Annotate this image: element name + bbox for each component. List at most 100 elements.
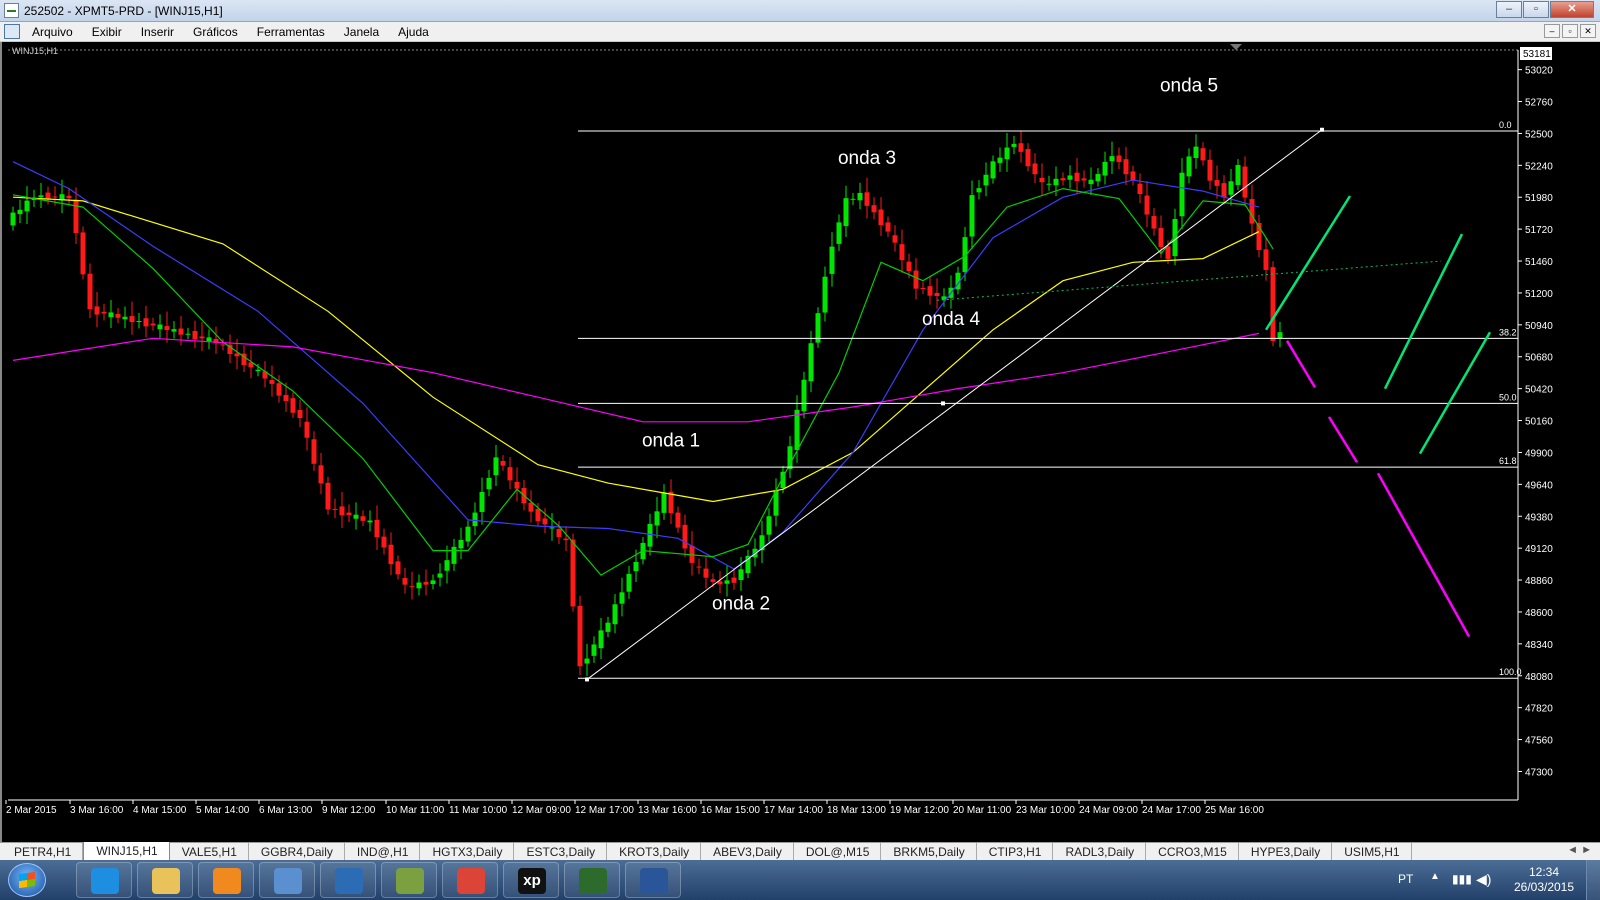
chart-restore-button[interactable]: ▫ bbox=[1562, 24, 1578, 38]
language-indicator[interactable]: PT bbox=[1398, 872, 1413, 886]
tool-app-icon bbox=[396, 868, 424, 894]
tab-brkm5-daily[interactable]: BRKM5,Daily bbox=[881, 843, 977, 860]
tab-estc3-daily[interactable]: ESTC3,Daily bbox=[514, 843, 608, 860]
candle-body bbox=[626, 573, 632, 592]
close-button[interactable]: ✕ bbox=[1550, 1, 1594, 18]
taskbar-folder-button[interactable] bbox=[137, 862, 193, 898]
candle-body bbox=[1032, 163, 1038, 175]
price-tick-label: 50420 bbox=[1525, 385, 1553, 396]
tab-winj15-h1[interactable]: WINJ15,H1 bbox=[83, 842, 170, 861]
taskbar-arrow-app-button[interactable] bbox=[259, 862, 315, 898]
clock[interactable]: 12:34 26/03/2015 bbox=[1508, 865, 1580, 895]
candle-body bbox=[514, 481, 520, 489]
minimize-button[interactable]: – bbox=[1496, 1, 1522, 18]
candle-body bbox=[976, 188, 982, 193]
time-tick-label: 23 Mar 10:00 bbox=[1016, 805, 1075, 816]
chart-close-button[interactable]: ✕ bbox=[1580, 24, 1596, 38]
menu-ferramentas[interactable]: Ferramentas bbox=[257, 25, 325, 39]
chart-window[interactable]: WINJ15,H1 53020 52760 52500 52240 51980 51720 5… bbox=[0, 42, 1600, 842]
tray-expand-icon[interactable]: ▲ bbox=[1430, 871, 1440, 882]
network-icon[interactable]: ▮▮▮ bbox=[1452, 872, 1472, 886]
menu-ajuda[interactable]: Ajuda bbox=[398, 25, 429, 39]
time-tick-label: 9 Mar 12:00 bbox=[322, 805, 376, 816]
arrow-app-icon bbox=[274, 868, 302, 894]
menu-janela[interactable]: Janela bbox=[344, 25, 379, 39]
candle-body bbox=[1158, 227, 1164, 247]
price-tick-label: 52500 bbox=[1525, 129, 1553, 140]
price-tick-label: 51980 bbox=[1525, 193, 1553, 204]
price-chart[interactable]: WINJ15,H1 53020 52760 52500 52240 51980 51720 5… bbox=[2, 42, 1600, 842]
candle-body bbox=[647, 523, 653, 547]
candle-body bbox=[1039, 177, 1045, 183]
time-tick-label: 13 Mar 16:00 bbox=[638, 805, 697, 816]
candle-body bbox=[563, 538, 569, 541]
price-tick-label: 49120 bbox=[1525, 544, 1553, 555]
candle-body bbox=[1018, 143, 1024, 152]
candle-body bbox=[934, 292, 940, 297]
candle-body bbox=[269, 380, 275, 384]
candle-body bbox=[1193, 146, 1199, 158]
price-tick-label: 48080 bbox=[1525, 672, 1553, 683]
taskbar-internet-explorer-button[interactable] bbox=[76, 862, 132, 898]
tab-vale5-h1[interactable]: VALE5,H1 bbox=[170, 843, 249, 860]
tab-ccro3-m15[interactable]: CCRO3,M15 bbox=[1146, 843, 1239, 860]
candle-body bbox=[696, 566, 702, 568]
maximize-button[interactable]: ▫ bbox=[1523, 1, 1549, 18]
candle-body bbox=[304, 421, 310, 438]
candle-body bbox=[1207, 159, 1213, 181]
candle-body bbox=[164, 326, 170, 331]
price-tick-label: 51720 bbox=[1525, 225, 1553, 236]
candle-body bbox=[283, 395, 289, 401]
time-tick-label: 10 Mar 11:00 bbox=[386, 805, 445, 816]
taskbar-tool-app-button[interactable] bbox=[381, 862, 437, 898]
candle-body bbox=[997, 157, 1003, 163]
candle-body bbox=[661, 492, 667, 513]
price-tick-label: 51460 bbox=[1525, 257, 1553, 268]
candle-body bbox=[1179, 172, 1185, 217]
candle-body bbox=[591, 644, 597, 656]
tab-ggbr4-daily[interactable]: GGBR4,Daily bbox=[249, 843, 345, 860]
taskbar-hp-button[interactable] bbox=[320, 862, 376, 898]
candle-body bbox=[1053, 178, 1059, 186]
system-tray: PT ▲ ▮▮▮ ◀) 12:34 26/03/2015 bbox=[1360, 860, 1600, 900]
candle-body bbox=[171, 329, 177, 332]
price-tick-label: 53020 bbox=[1525, 66, 1553, 77]
tab-hgtx3-daily[interactable]: HGTX3,Daily bbox=[420, 843, 515, 860]
menu-exibir[interactable]: Exibir bbox=[92, 25, 122, 39]
tab-ctip3-h1[interactable]: CTIP3,H1 bbox=[977, 843, 1054, 860]
internet-explorer-icon bbox=[91, 868, 119, 894]
candle-body bbox=[87, 273, 93, 310]
menu-arquivo[interactable]: Arquivo bbox=[32, 25, 73, 39]
candle-body bbox=[927, 286, 933, 296]
candle-body bbox=[731, 577, 737, 583]
tab-krot3-daily[interactable]: KROT3,Daily bbox=[607, 843, 702, 860]
volume-icon[interactable]: ◀) bbox=[1476, 871, 1491, 888]
chart-minimize-button[interactable]: – bbox=[1544, 24, 1560, 38]
fib-level-label: 100.0 bbox=[1499, 667, 1522, 677]
word-icon bbox=[640, 868, 668, 894]
tab-ind-h1[interactable]: IND@,H1 bbox=[345, 843, 421, 860]
folder-icon bbox=[152, 868, 180, 894]
tab-hype3-daily[interactable]: HYPE3,Daily bbox=[1239, 843, 1333, 860]
tab-usim5-h1[interactable]: USIM5,H1 bbox=[1332, 843, 1412, 860]
candle-body bbox=[178, 328, 184, 335]
candle-body bbox=[1214, 180, 1220, 186]
tab-radl3-daily[interactable]: RADL3,Daily bbox=[1053, 843, 1147, 860]
tab-scroll-arrows[interactable]: ◄ ► bbox=[1567, 844, 1592, 856]
taskbar-xp-button[interactable]: xp bbox=[503, 862, 559, 898]
tab-abev3-daily[interactable]: ABEV3,Daily bbox=[701, 843, 794, 860]
candle-body bbox=[738, 569, 744, 581]
start-button[interactable] bbox=[8, 863, 46, 897]
chart-window-icon[interactable] bbox=[4, 24, 20, 39]
show-desktop-button[interactable] bbox=[1586, 860, 1600, 900]
tab-petr4-h1[interactable]: PETR4,H1 bbox=[2, 843, 84, 860]
taskbar-metatrader-button[interactable] bbox=[564, 862, 620, 898]
hp-icon bbox=[335, 868, 363, 894]
taskbar-word-button[interactable] bbox=[625, 862, 681, 898]
menu-graficos[interactable]: Gráficos bbox=[193, 25, 238, 39]
tab-dol-m15[interactable]: DOL@,M15 bbox=[794, 843, 882, 860]
taskbar-media-player-button[interactable] bbox=[198, 862, 254, 898]
wave-label: onda 5 bbox=[1160, 76, 1218, 97]
taskbar-chrome-button[interactable] bbox=[442, 862, 498, 898]
menu-inserir[interactable]: Inserir bbox=[141, 25, 174, 39]
